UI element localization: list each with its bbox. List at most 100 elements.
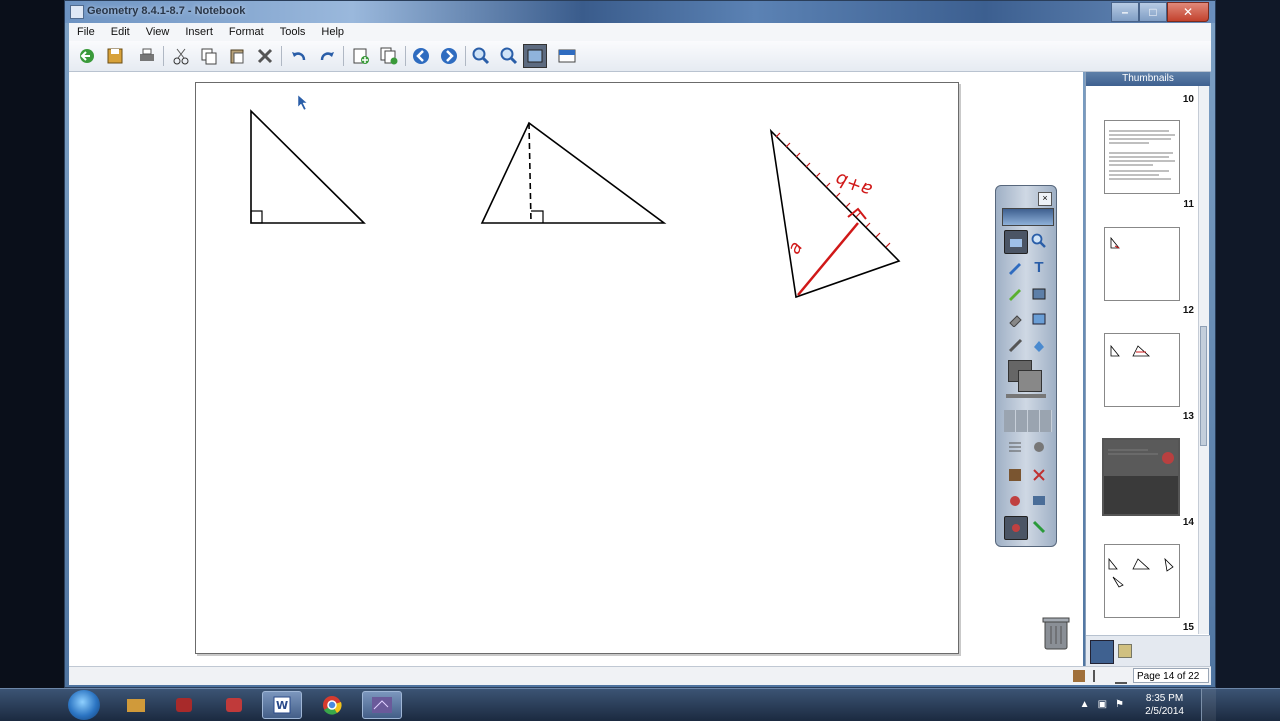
right-triangle: [250, 109, 366, 224]
page-indicator[interactable]: Page 14 of 22: [1133, 668, 1209, 683]
thumbnails-tab-icon[interactable]: [1090, 640, 1114, 664]
status-icon[interactable]: [1073, 670, 1085, 682]
label-a-plus-b: a+b: [833, 168, 875, 201]
image-tool-icon[interactable]: [1028, 308, 1050, 330]
gallery-tab-icon[interactable]: [1118, 644, 1132, 658]
taskbar-app-chrome[interactable]: [312, 691, 352, 719]
delete-tool-icon[interactable]: [1004, 464, 1026, 486]
menu-insert[interactable]: Insert: [177, 26, 221, 38]
thumbnail-page[interactable]: [1104, 544, 1180, 618]
red-altitude: [797, 222, 859, 296]
paste-icon[interactable]: [225, 44, 249, 68]
previous-page-icon[interactable]: [409, 44, 433, 68]
thumbnail-number: 14: [1182, 517, 1194, 528]
screen-shade-icon[interactable]: [555, 44, 579, 68]
clock[interactable]: 8:35 PM 2/5/2014: [1145, 692, 1184, 718]
full-screen-icon[interactable]: [523, 44, 547, 68]
line-width-slider[interactable]: [1006, 394, 1046, 398]
menu-view[interactable]: View: [138, 26, 178, 38]
menu-format[interactable]: Format: [221, 26, 272, 38]
menu-edit[interactable]: Edit: [103, 26, 138, 38]
menu-tools[interactable]: Tools: [272, 26, 314, 38]
fill-tool-icon[interactable]: [1028, 282, 1050, 304]
redo-icon[interactable]: [315, 44, 339, 68]
title-bar[interactable]: Geometry 8.4.1-8.7 - Notebook – □ ✕: [65, 1, 1215, 23]
hypotenuse-ticks: [775, 132, 891, 248]
zoom-in-icon[interactable]: [469, 44, 493, 68]
thumbnail-page[interactable]: [1104, 120, 1180, 194]
floating-toolbox[interactable]: × T: [995, 185, 1057, 547]
thumbnail-page[interactable]: [1104, 333, 1180, 407]
network-icon[interactable]: ▣: [1098, 699, 1107, 710]
notebook-page[interactable]: a+b a: [195, 82, 959, 654]
minimize-button[interactable]: –: [1111, 2, 1139, 22]
misc-tool-icon[interactable]: [1028, 436, 1050, 458]
record-tool-icon[interactable]: [1004, 490, 1026, 512]
insert-page-icon[interactable]: [349, 44, 373, 68]
screen-tool-icon[interactable]: [1028, 490, 1050, 512]
work-area[interactable]: a+b a × T: [69, 72, 1083, 666]
back-icon[interactable]: [75, 44, 99, 68]
shape-tool-icon[interactable]: [1028, 334, 1050, 356]
taskbar: W ▲ ▣ ⚑ 8:35 PM 2/5/2014: [0, 688, 1280, 721]
print-icon[interactable]: [135, 44, 159, 68]
label-a: a: [783, 238, 807, 258]
thumbnails-pane: Thumbnails 10 11 12 13 14 15: [1085, 72, 1210, 666]
clock-date: 2/5/2014: [1145, 706, 1184, 717]
mouse-cursor: [297, 94, 308, 111]
thumbnails-scrollbar[interactable]: [1198, 86, 1209, 634]
clear-tool-icon[interactable]: [1028, 464, 1050, 486]
tools-status-icon[interactable]: [1115, 670, 1127, 684]
save-icon[interactable]: [103, 44, 127, 68]
thumbnail-number: 13: [1182, 411, 1194, 422]
scrollbar-thumb[interactable]: [1200, 326, 1207, 446]
delete-icon[interactable]: [253, 44, 277, 68]
color-swatch-front[interactable]: [1018, 370, 1042, 392]
taskbar-app-red[interactable]: [214, 691, 254, 719]
show-desktop-button[interactable]: [1201, 689, 1216, 721]
next-page-icon[interactable]: [437, 44, 461, 68]
taskbar-app-explorer[interactable]: [116, 691, 156, 719]
rotated-triangle: [769, 128, 901, 299]
copy-icon[interactable]: [197, 44, 221, 68]
close-button[interactable]: ✕: [1167, 2, 1209, 22]
pen-tool-icon[interactable]: [1004, 256, 1026, 278]
page-drawing: a+b a: [250, 94, 901, 299]
toolbox-close-icon[interactable]: ×: [1038, 192, 1052, 206]
menu-bar: File Edit View Insert Format Tools Help: [69, 23, 1211, 41]
pen-status-icon[interactable]: [1093, 670, 1107, 682]
clock-time: 8:35 PM: [1145, 693, 1184, 704]
cut-icon[interactable]: [169, 44, 193, 68]
trash-icon[interactable]: [1041, 615, 1071, 651]
zoom-out-icon[interactable]: [497, 44, 521, 68]
settings-tool-icon[interactable]: [1004, 516, 1028, 540]
thumbnail-number: 10: [1182, 94, 1194, 105]
table-tool-icon[interactable]: [1004, 410, 1052, 432]
menu-help[interactable]: Help: [313, 26, 352, 38]
duplicate-page-icon[interactable]: [377, 44, 401, 68]
eraser-tool-icon[interactable]: [1004, 308, 1026, 330]
line-tool-icon[interactable]: [1004, 334, 1026, 356]
export-tool-icon[interactable]: [1028, 516, 1050, 538]
taskbar-app-notebook[interactable]: [362, 691, 402, 719]
zoom-tool-icon[interactable]: [1028, 230, 1050, 252]
app-icon: [70, 5, 84, 19]
highlighter-tool-icon[interactable]: [1004, 282, 1026, 304]
taskbar-app-media[interactable]: [164, 691, 204, 719]
flag-icon[interactable]: ⚑: [1115, 699, 1124, 710]
maximize-button[interactable]: □: [1139, 2, 1167, 22]
lines-tool-icon[interactable]: [1004, 436, 1026, 458]
undo-icon[interactable]: [287, 44, 311, 68]
start-button[interactable]: [68, 690, 100, 720]
menu-file[interactable]: File: [69, 26, 103, 38]
thumbnails-header: Thumbnails: [1086, 72, 1210, 86]
main-toolbar: [69, 41, 1211, 72]
taskbar-app-word[interactable]: W: [262, 691, 302, 719]
text-tool-icon[interactable]: T: [1028, 256, 1050, 278]
thumbnail-number: 11: [1183, 199, 1194, 210]
thumbnail-page[interactable]: [1104, 227, 1180, 301]
thumbnail-page-selected[interactable]: [1102, 438, 1180, 516]
tray-arrow-icon[interactable]: ▲: [1080, 699, 1090, 710]
camera-tool-icon[interactable]: [1004, 230, 1028, 254]
status-bar: Page 14 of 22: [69, 666, 1211, 685]
